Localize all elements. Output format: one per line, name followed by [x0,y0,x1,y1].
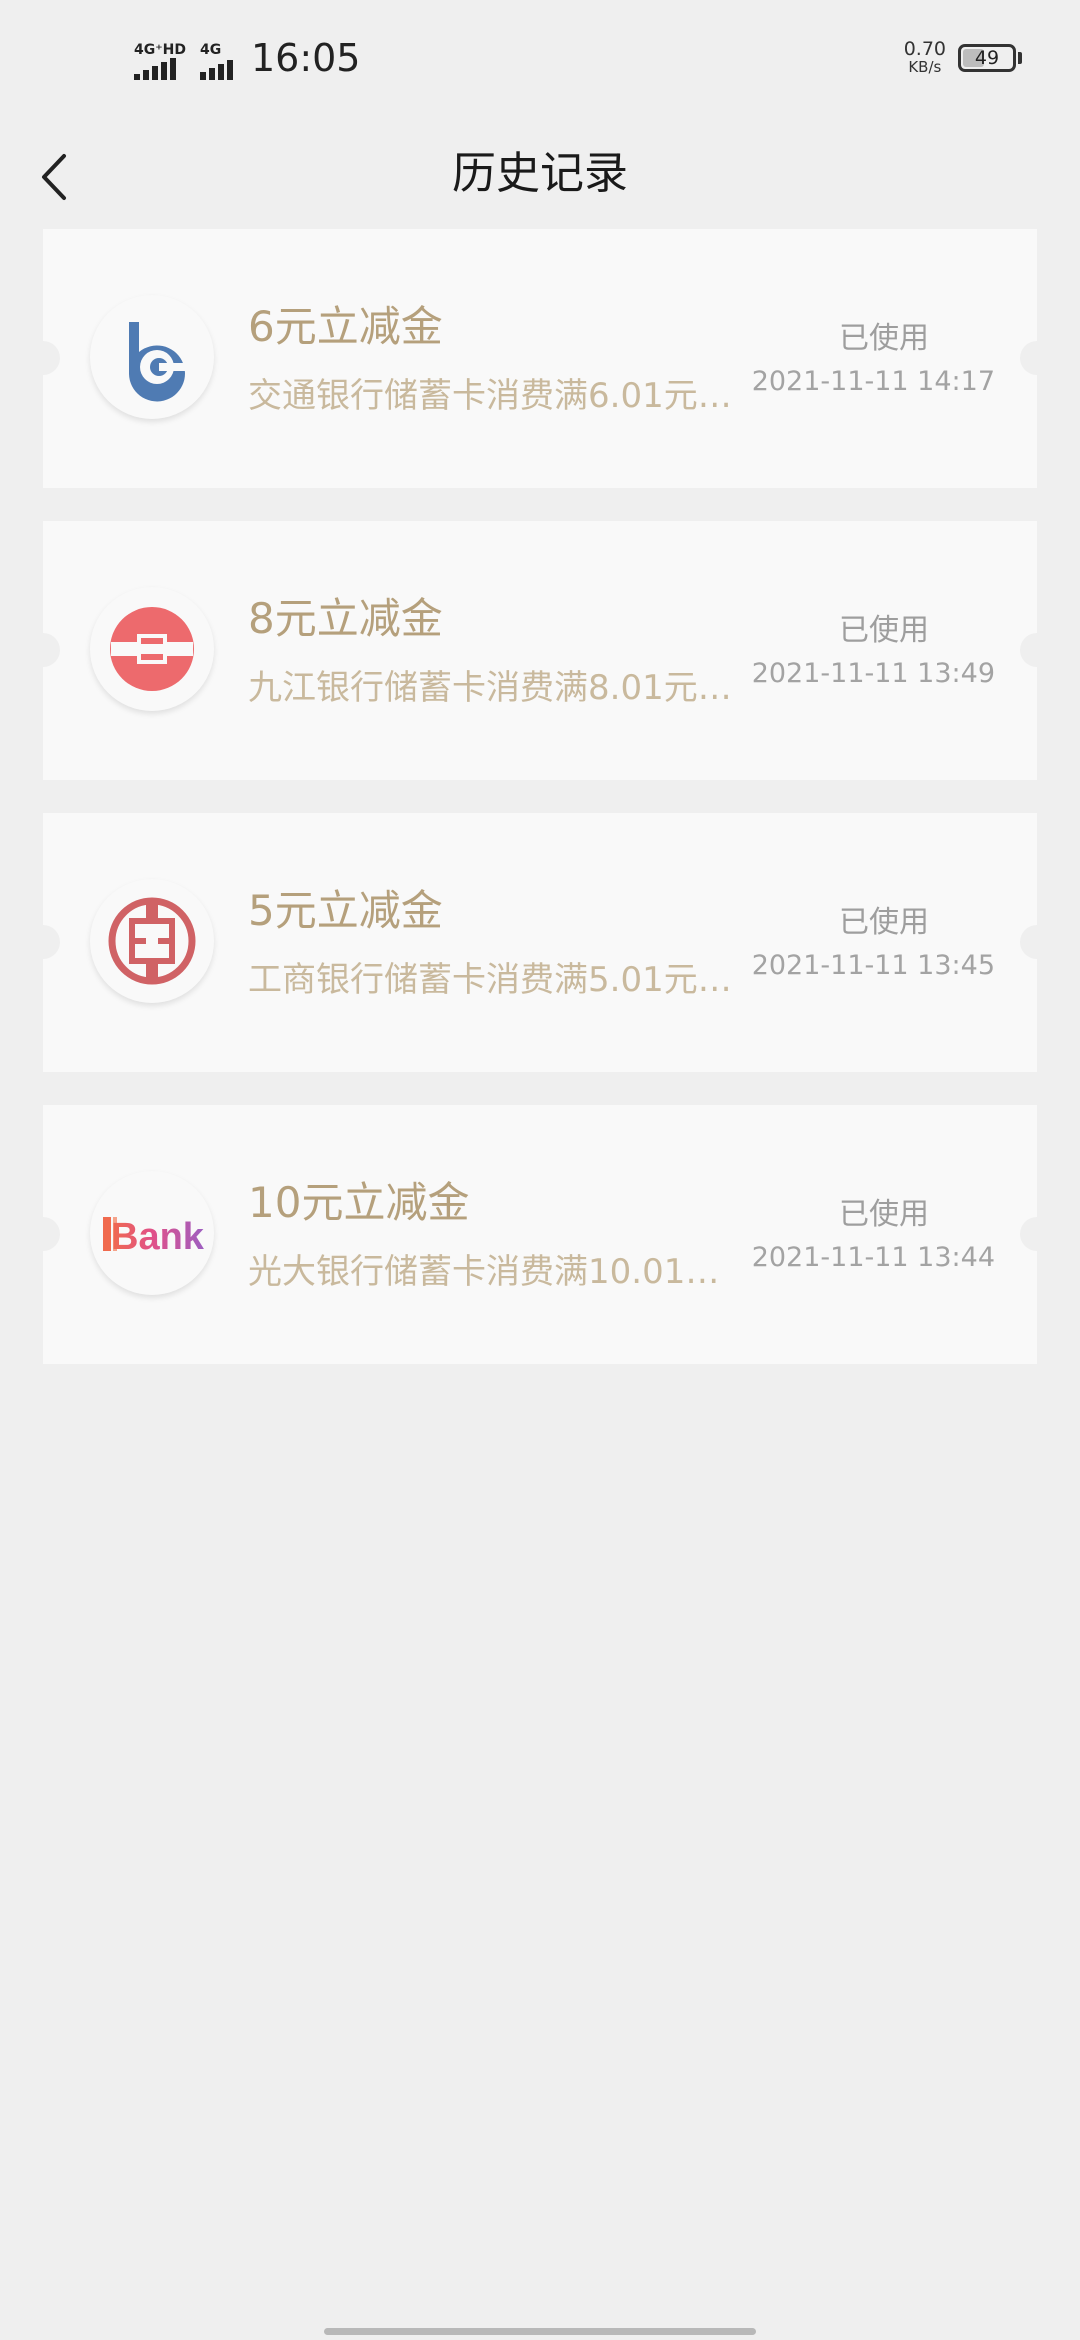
coupon-status: 已使用 [839,905,929,940]
coupon-date: 2021-11-11 14:17 [751,366,995,397]
sim1-signal: 4G⁺HD [134,42,186,80]
coupon-amount: 8元立减金 [248,594,443,643]
network-speed-value: 0.70 [903,38,946,60]
ticket-notch-left [26,1217,60,1251]
coupon-date: 2021-11-11 13:49 [751,658,995,689]
ticket-notch-left [26,341,60,375]
coupon-description: 光大银行储蓄卡消费满10.01元可用 [248,1252,748,1292]
battery-level: 49 [974,47,1000,69]
jiujiang-bank-logo-icon [110,607,194,691]
coupon-amount: 10元立减金 [248,1178,470,1227]
coupon-description: 九江银行储蓄卡消费满8.01元可用 [248,668,748,708]
ticket-notch-right [1020,633,1054,667]
bank-logo-icon: Bank [103,1216,205,1258]
coupon-amount: 5元立减金 [248,886,443,935]
battery-icon: 49 [958,44,1016,72]
sim2-signal: 4G [199,42,233,80]
coupon-date: 2021-11-11 13:44 [751,1242,995,1273]
coupon-card[interactable]: 8元立减金 九江银行储蓄卡消费满8.01元可用 已使用 2021-11-11 1… [26,521,1054,780]
status-bar-left: 4G⁺HD 4G 16:05 [134,36,360,80]
ticket-notch-left [26,925,60,959]
coupon-card[interactable]: Bank 10元立减金 光大银行储蓄卡消费满10.01元可用 已使用 2021-… [26,1105,1054,1364]
coupon-status: 已使用 [839,613,929,648]
sim1-signal-bars-icon [134,58,176,80]
coupon-card[interactable]: 6元立减金 交通银行储蓄卡消费满6.01元可用 已使用 2021-11-11 1… [26,229,1054,488]
page-title: 历史记录 [452,148,628,199]
sim2-signal-bars-icon [199,58,233,80]
home-indicator[interactable] [324,2328,756,2335]
network-speed-unit: KB/s [908,58,942,76]
ticket-notch-right [1020,341,1054,375]
bank-logo [90,879,214,1003]
bank-logo [90,295,214,419]
ticket-notch-right [1020,925,1054,959]
svg-text:Bank: Bank [111,1216,205,1258]
battery-tip [1018,52,1022,64]
clock: 16:05 [250,36,361,80]
ticket-notch-right [1020,1217,1054,1251]
coupon-date: 2021-11-11 13:45 [751,950,995,981]
coupon-description: 工商银行储蓄卡消费满5.01元可用 [248,960,748,1000]
bank-logo: Bank [90,1171,214,1295]
ticket-notch-left [26,633,60,667]
coupon-card[interactable]: 5元立减金 工商银行储蓄卡消费满5.01元可用 已使用 2021-11-11 1… [26,813,1054,1072]
coupon-amount: 6元立减金 [248,302,443,351]
network-speed: 0.70 KB/s [903,38,946,77]
bocom-logo-icon [129,322,189,402]
sim2-network-label: 4G [199,42,222,58]
header: 历史记录 [0,120,1080,230]
sim1-network-label: 4G⁺HD [134,42,186,58]
icbc-logo-icon [108,897,196,985]
coupon-status: 已使用 [839,1197,929,1232]
status-bar-right: 0.70 KB/s 49 [904,40,1022,76]
bank-logo [90,587,214,711]
coupon-description: 交通银行储蓄卡消费满6.01元可用 [248,376,748,416]
coupon-status: 已使用 [839,321,929,356]
status-bar: 4G⁺HD 4G 16:05 0.70 KB/s 49 [0,0,1080,120]
history-list: 6元立减金 交通银行储蓄卡消费满6.01元可用 已使用 2021-11-11 1… [26,229,1054,1397]
